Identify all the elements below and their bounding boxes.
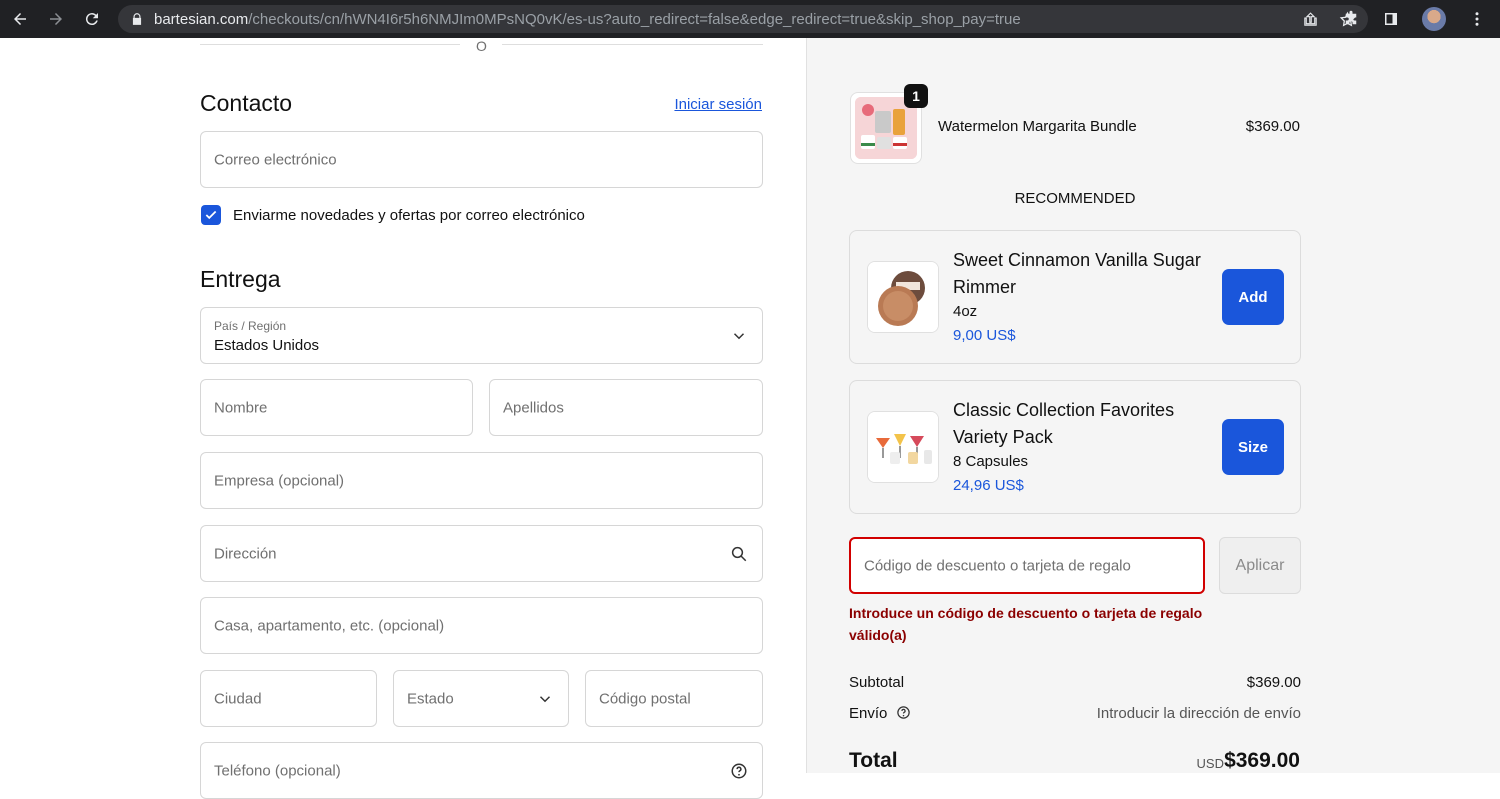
address-bar[interactable]: bartesian.com/checkouts/cn/hWN4I6r5h6NMJ… — [118, 5, 1368, 33]
discount-code-input[interactable]: Código de descuento o tarjeta de regalo — [849, 537, 1205, 594]
browser-toolbar: bartesian.com/checkouts/cn/hWN4I6r5h6NMJ… — [0, 0, 1500, 38]
line-item-name: Watermelon Margarita Bundle — [938, 118, 1137, 135]
zip-field[interactable]: Código postal — [585, 670, 763, 727]
extensions-icon[interactable] — [1342, 10, 1360, 28]
subtotal-label: Subtotal — [849, 674, 905, 691]
lock-icon — [132, 13, 142, 25]
help-circle-icon[interactable] — [730, 762, 748, 780]
first-name-field[interactable]: Nombre — [200, 379, 473, 436]
recommendation-price: 24,96 US$ — [953, 477, 1024, 494]
checkmark-icon — [205, 210, 217, 220]
last-name-field[interactable]: Apellidos — [489, 379, 763, 436]
login-link[interactable]: Iniciar sesión — [674, 96, 762, 113]
recommendation-subtitle: 8 Capsules — [953, 453, 1029, 470]
state-select[interactable]: Estado — [393, 670, 569, 727]
back-button[interactable] — [2, 0, 38, 38]
state-placeholder: Estado — [407, 690, 454, 707]
newsletter-label: Enviarme novedades y ofertas por correo … — [233, 206, 585, 224]
email-placeholder: Correo electrónico — [214, 151, 337, 168]
recommendation-card: Sweet Cinnamon Vanilla Sugar Rimmer 4oz … — [849, 230, 1301, 364]
chevron-down-icon — [733, 332, 745, 339]
first-name-placeholder: Nombre — [214, 399, 268, 416]
line-item-price: $369.00 — [1245, 118, 1300, 135]
recommendation-image — [867, 411, 939, 483]
country-select[interactable]: País / Región Estados Unidos — [200, 307, 763, 364]
shipping-value: Introducir la dirección de envío — [1096, 705, 1301, 722]
shipping-label: Envío — [849, 705, 888, 722]
reload-icon — [85, 13, 98, 26]
zip-placeholder: Código postal — [599, 690, 691, 707]
total-currency: USD — [1196, 756, 1224, 771]
last-name-placeholder: Apellidos — [503, 399, 564, 416]
search-icon — [731, 546, 747, 561]
profile-avatar[interactable] — [1422, 7, 1446, 31]
shipping-row: Envío Introducir la dirección de envío — [849, 705, 1301, 722]
email-field[interactable]: Correo electrónico — [200, 131, 763, 188]
discount-placeholder: Código de descuento o tarjeta de regalo — [864, 557, 1131, 574]
help-circle-icon[interactable] — [896, 705, 911, 720]
or-divider: O — [200, 38, 763, 54]
company-placeholder: Empresa (opcional) — [214, 472, 345, 489]
divider-line-right — [502, 44, 763, 45]
recommendation-subtitle: 4oz — [953, 303, 978, 320]
share-icon[interactable] — [1302, 11, 1319, 28]
company-field[interactable]: Empresa (opcional) — [200, 452, 763, 509]
cocktails-illustration — [868, 412, 938, 482]
divider-text: O — [476, 38, 487, 54]
url-path: /checkouts/cn/hWN4I6r5h6NMJIm0MPsNQ0vK/e… — [248, 10, 1021, 28]
recommendation-image — [867, 261, 939, 333]
total-label: Total — [849, 749, 898, 772]
city-field[interactable]: Ciudad — [200, 670, 377, 727]
apartment-field[interactable]: Casa, apartamento, etc. (opcional) — [200, 597, 763, 654]
side-panel-icon[interactable] — [1382, 10, 1400, 28]
contact-title: Contacto — [200, 90, 293, 116]
chevron-down-icon — [539, 695, 551, 702]
size-button[interactable]: Size — [1222, 419, 1284, 475]
city-placeholder: Ciudad — [214, 690, 262, 707]
url-text: bartesian.com/checkouts/cn/hWN4I6r5h6NMJ… — [154, 11, 1021, 28]
menu-dots-icon[interactable] — [1468, 10, 1486, 28]
apply-discount-button[interactable]: Aplicar — [1219, 537, 1301, 594]
country-value: Estados Unidos — [214, 337, 320, 354]
subtotal-value: $369.00 — [1246, 674, 1301, 691]
recommendation-name: Sweet Cinnamon Vanilla Sugar Rimmer — [953, 250, 1201, 297]
total-value: $369.00 — [1224, 749, 1300, 772]
apartment-placeholder: Casa, apartamento, etc. (opcional) — [214, 617, 445, 634]
forward-button[interactable] — [38, 0, 74, 38]
add-button[interactable]: Add — [1222, 269, 1284, 325]
url-domain: bartesian.com — [154, 10, 249, 28]
country-label: País / Región — [214, 319, 287, 333]
recommendation-price: 9,00 US$ — [953, 327, 1016, 344]
order-summary: 1 Watermelon Margarita Bundle $369.00 RE… — [806, 38, 1500, 773]
recommendation-card: Classic Collection Favorites Variety Pac… — [849, 380, 1301, 514]
address-placeholder: Dirección — [214, 545, 277, 562]
address-field[interactable]: Dirección — [200, 525, 763, 582]
subtotal-row: Subtotal $369.00 — [849, 674, 1301, 691]
checkout-form: O Contacto Iniciar sesión Correo electró… — [0, 38, 806, 799]
recommended-heading: RECOMMENDED — [1014, 190, 1136, 207]
quantity-badge: 1 — [904, 84, 928, 108]
newsletter-checkbox[interactable] — [201, 205, 221, 225]
phone-field[interactable]: Teléfono (opcional) — [200, 742, 763, 799]
arrow-left-icon — [14, 13, 26, 25]
newsletter-option[interactable]: Enviarme novedades y ofertas por correo … — [201, 205, 585, 225]
phone-placeholder: Teléfono (opcional) — [214, 762, 341, 779]
recommendation-name: Classic Collection Favorites Variety Pac… — [953, 400, 1175, 447]
arrow-right-icon — [50, 13, 62, 25]
reload-button[interactable] — [74, 0, 110, 38]
rimmer-tin-illustration — [868, 262, 938, 332]
discount-error-message: Introduce un código de descuento o tarje… — [849, 605, 1203, 643]
delivery-title: Entrega — [200, 266, 281, 292]
